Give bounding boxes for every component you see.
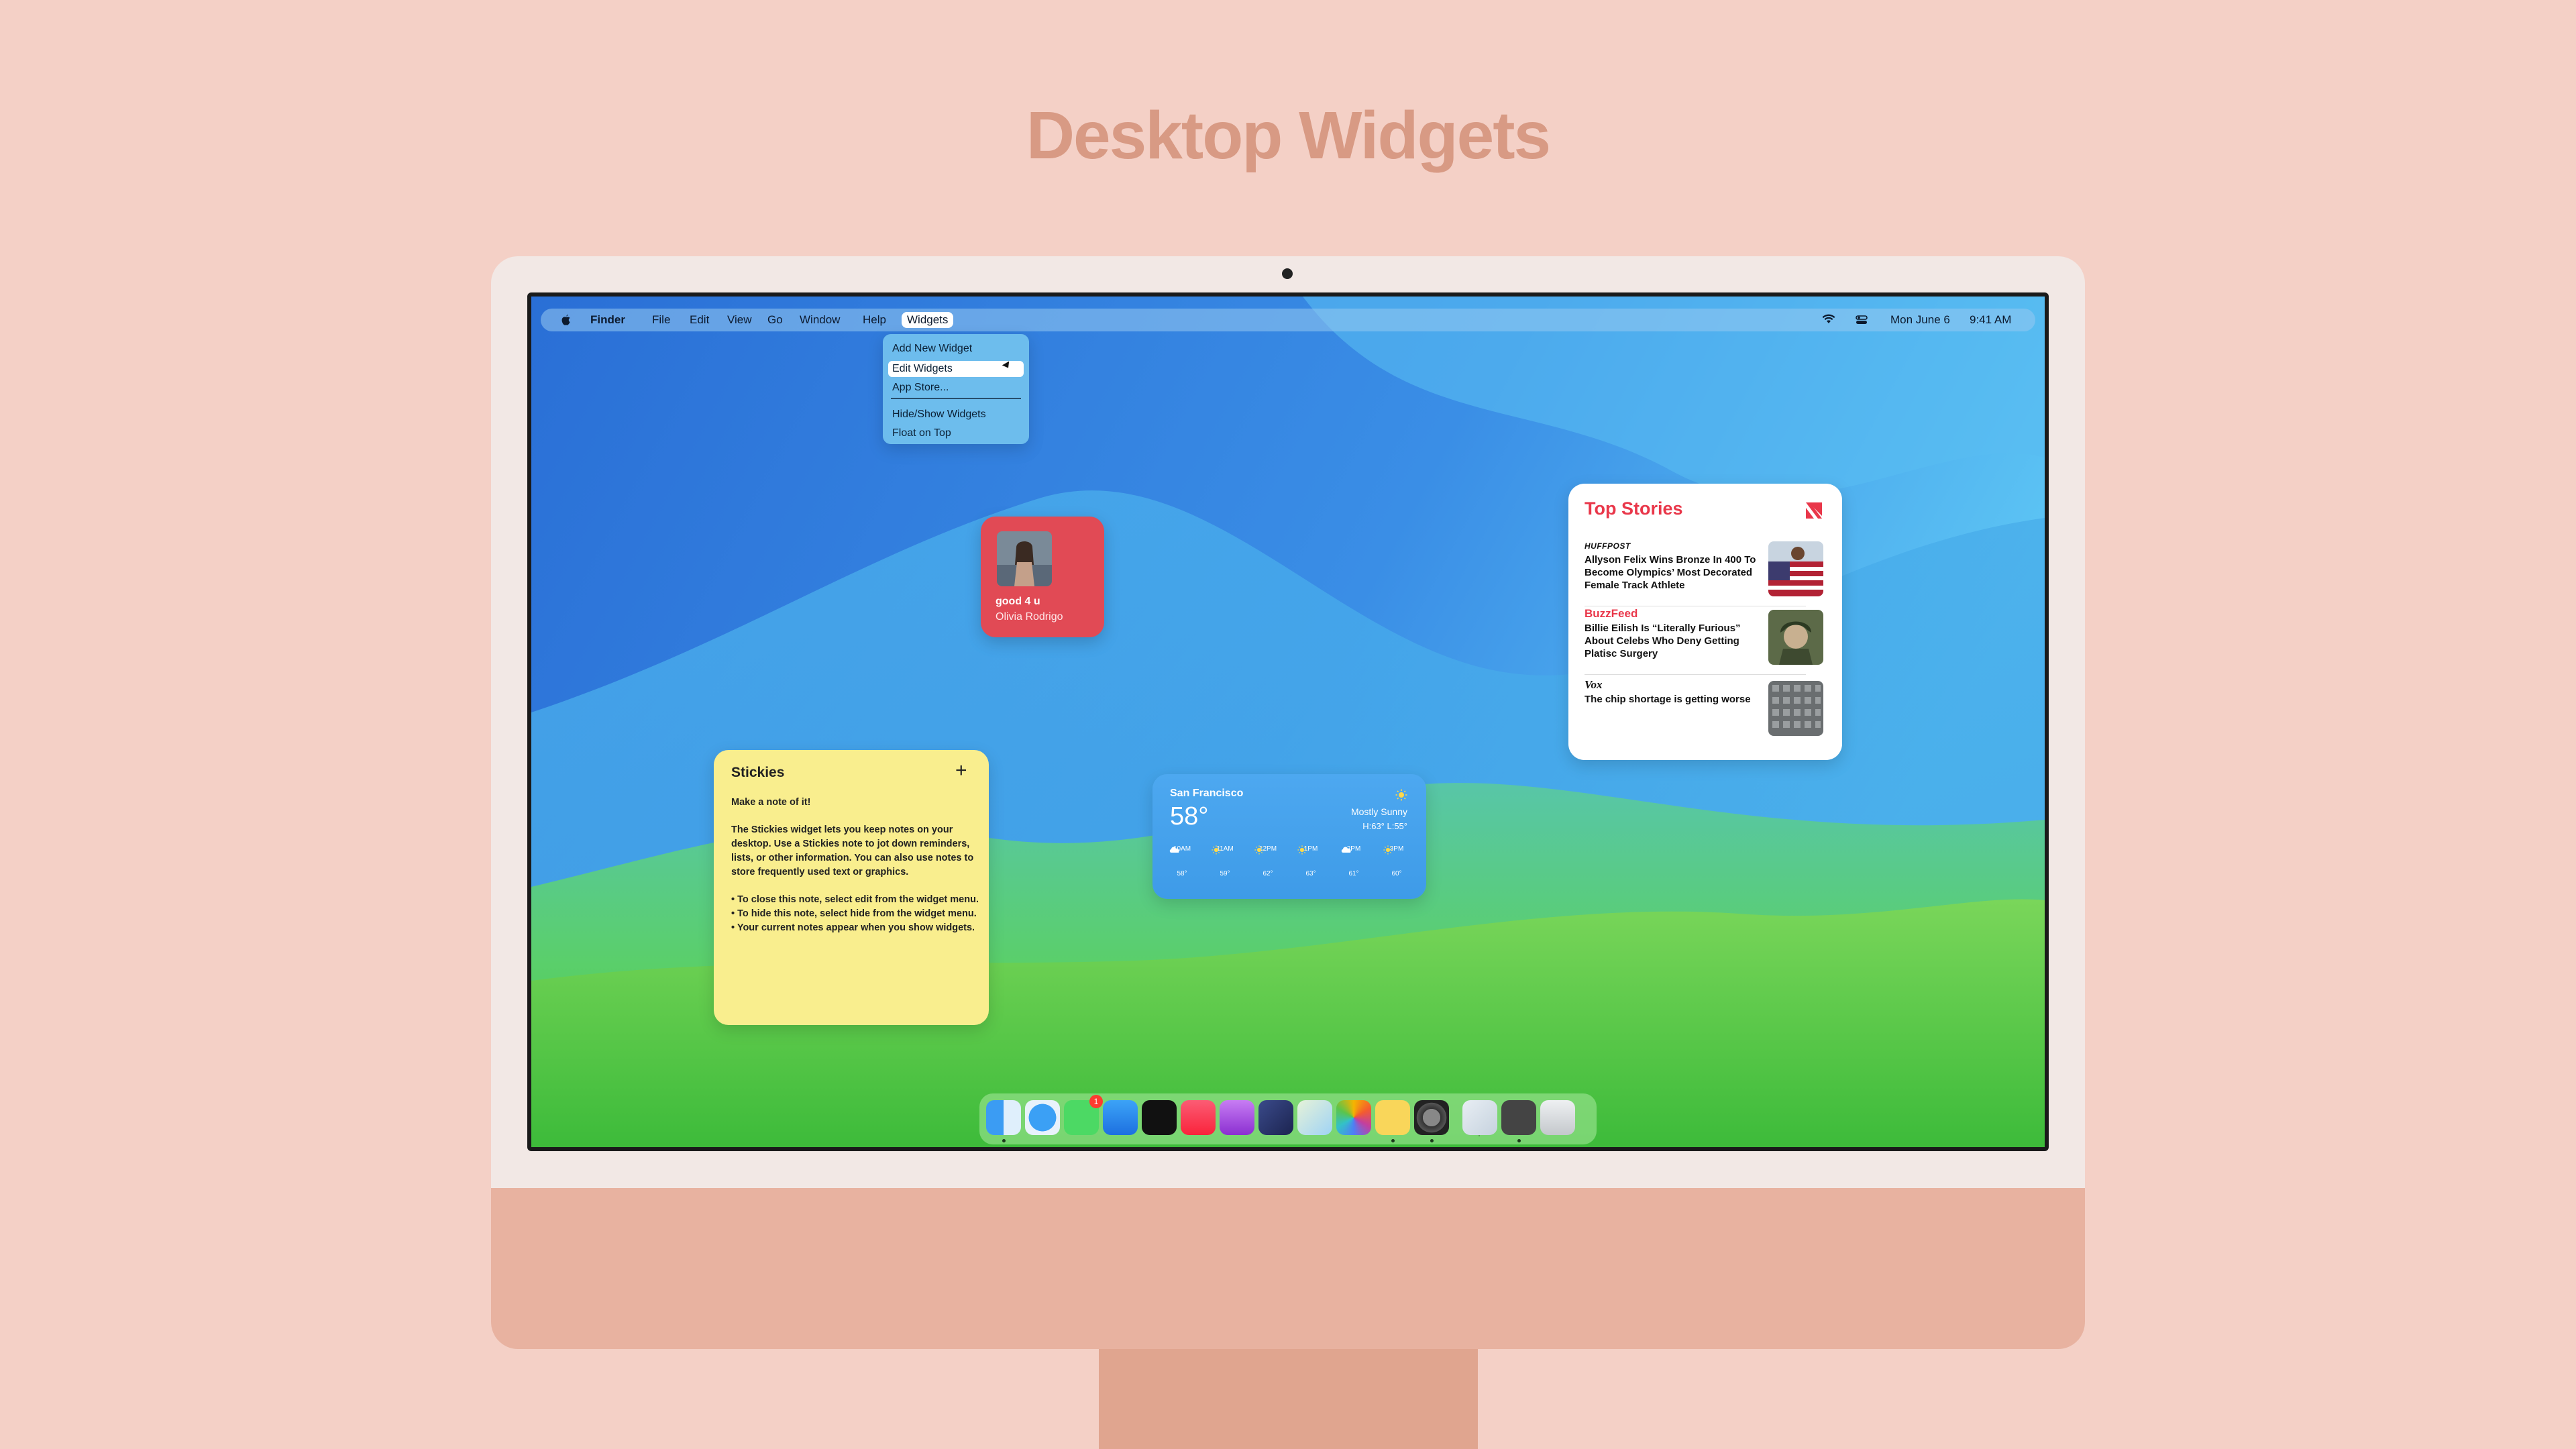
menu-item-hide-show-widgets[interactable]: Hide/Show Widgets — [892, 407, 986, 423]
stickies-bullet: • To hide this note, select hide from th… — [731, 908, 977, 919]
hour-temp: 59° — [1220, 870, 1230, 877]
cloud-icon — [1340, 847, 1367, 870]
home-icon[interactable] — [1375, 1100, 1410, 1135]
menu-edit[interactable]: Edit — [690, 309, 709, 331]
menu-file[interactable]: File — [652, 309, 670, 331]
camera — [1282, 268, 1293, 279]
story-source: BuzzFeed — [1585, 607, 1638, 620]
hourly-forecast: 12PM 62° — [1254, 845, 1281, 877]
weather-condition: Mostly Sunny — [1350, 806, 1407, 817]
photos-icon[interactable] — [1336, 1100, 1371, 1135]
hourly-forecast: 11AM 59° — [1212, 845, 1238, 877]
stickies-bullet-list: • To close this note, select edit from t… — [731, 893, 979, 935]
cloud-icon — [1169, 847, 1195, 870]
imac-stand — [1099, 1349, 1478, 1449]
hourly-forecast: 1PM 63° — [1297, 845, 1324, 877]
mail-icon[interactable] — [1103, 1100, 1138, 1135]
maps-icon[interactable] — [1297, 1100, 1332, 1135]
menubar-time[interactable]: 9:41 AM — [1970, 309, 2011, 331]
weather-high-low: H:63° L:55° — [1362, 821, 1407, 831]
dock: 1 — [979, 1093, 1597, 1144]
menu-app-name[interactable]: Finder — [590, 309, 625, 331]
artist-name: Olivia Rodrigo — [996, 611, 1063, 623]
sun-icon — [1383, 845, 1410, 870]
menu-help[interactable]: Help — [863, 309, 886, 331]
story-thumbnail — [1768, 541, 1823, 596]
story-thumbnail — [1768, 610, 1823, 665]
apple-news-icon — [1803, 500, 1825, 521]
stickies-heading: Make a note of it! — [731, 797, 811, 808]
running-indicator — [1517, 1139, 1521, 1142]
story-thumbnail — [1768, 681, 1823, 736]
menu-item-add-new-widget[interactable]: Add New Widget — [892, 341, 972, 357]
menu-item-app-store[interactable]: App Store... — [892, 380, 949, 396]
music-icon[interactable] — [1181, 1100, 1216, 1135]
sun-icon — [1297, 845, 1324, 870]
news-title: Top Stories — [1585, 498, 1683, 519]
hour-temp: 60° — [1391, 870, 1402, 877]
news-story[interactable]: Vox The chip shortage is getting worse — [1585, 678, 1826, 741]
album-art — [997, 531, 1052, 586]
weather-city: San Francisco — [1170, 788, 1244, 799]
screen: Finder File Edit View Go Window Help Wid… — [527, 292, 2049, 1151]
widgets-dropdown-menu: Add New Widget Edit Widgets App Store...… — [883, 334, 1029, 444]
hour-temp: 63° — [1305, 870, 1316, 877]
apple-tv-icon[interactable] — [1142, 1100, 1177, 1135]
story-headline: Allyson Felix Wins Bronze In 400 To Beco… — [1585, 554, 1756, 591]
running-indicator — [1391, 1139, 1395, 1142]
stickies-paragraph: The Stickies widget lets you keep notes … — [731, 824, 974, 877]
hourly-forecast: 10AM 58° — [1169, 845, 1195, 877]
finder-icon[interactable] — [986, 1100, 1021, 1135]
song-title: good 4 u — [996, 596, 1040, 607]
sun-icon — [1212, 845, 1238, 870]
app-library-icon[interactable] — [1462, 1100, 1497, 1135]
story-source: HUFFPOST — [1585, 541, 1631, 551]
news-widget[interactable]: Top Stories HUFFPOST Allyson Felix Wins … — [1568, 484, 1842, 760]
menu-item-float-on-top[interactable]: Float on Top — [892, 425, 951, 441]
hour-temp: 58° — [1177, 870, 1187, 877]
stickies-widget[interactable]: Stickies + Make a note of it! The Sticki… — [714, 750, 989, 1025]
menu-window[interactable]: Window — [800, 309, 840, 331]
podcasts-icon[interactable] — [1220, 1100, 1254, 1135]
system-preferences-icon[interactable] — [1414, 1100, 1449, 1135]
trash-icon[interactable] — [1540, 1100, 1575, 1135]
stickies-bullet: • To close this note, select edit from t… — [731, 894, 979, 905]
hour-temp: 62° — [1263, 870, 1273, 877]
stickies-title: Stickies — [731, 765, 785, 780]
safari-icon[interactable] — [1025, 1100, 1060, 1135]
running-indicator — [1002, 1139, 1006, 1142]
news-story[interactable]: BuzzFeed Billie Eilish Is “Literally Fur… — [1585, 607, 1826, 670]
add-note-icon[interactable]: + — [955, 759, 967, 782]
news-story[interactable]: HUFFPOST Allyson Felix Wins Bronze In 40… — [1585, 541, 1826, 602]
running-indicator — [1430, 1139, 1434, 1142]
menu-widgets[interactable]: Widgets — [902, 312, 954, 328]
weather-widget[interactable]: San Francisco 58° Mostly Sunny H:63° L:5… — [1152, 774, 1426, 899]
wallpaper: Finder File Edit View Go Window Help Wid… — [531, 297, 2045, 1147]
menu-item-edit-widgets[interactable]: Edit Widgets — [892, 361, 953, 377]
story-headline: Billie Eilish Is “Literally Furious” Abo… — [1585, 623, 1741, 659]
story-source: Vox — [1585, 678, 1603, 691]
widget-editor-icon[interactable] — [1501, 1100, 1536, 1135]
story-headline: The chip shortage is getting worse — [1585, 694, 1751, 705]
music-widget[interactable]: good 4 u Olivia Rodrigo — [981, 517, 1104, 637]
hourly-forecast: 3PM 60° — [1383, 845, 1410, 877]
page-title: Desktop Widgets — [1026, 98, 1551, 173]
menu-separator — [891, 398, 1021, 399]
notification-badge: 1 — [1089, 1095, 1103, 1108]
hourly-forecast: 2PM 61° — [1340, 845, 1367, 877]
story-divider — [1585, 674, 1806, 675]
menu-go[interactable]: Go — [767, 309, 783, 331]
stickies-body[interactable]: Make a note of it! The Stickies widget l… — [731, 796, 979, 935]
sun-icon — [1254, 845, 1281, 870]
weather-temp: 58° — [1170, 802, 1209, 830]
menu-view[interactable]: View — [727, 309, 752, 331]
stickies-bullet: • Your current notes appear when you sho… — [731, 922, 975, 933]
hour-temp: 61° — [1348, 870, 1359, 877]
menu-bar: Finder File Edit View Go Window Help Wid… — [541, 309, 2035, 331]
shortcuts-icon[interactable] — [1258, 1100, 1293, 1135]
imac-chin — [491, 1188, 2085, 1349]
menubar-date[interactable]: Mon June 6 — [1890, 309, 1950, 331]
